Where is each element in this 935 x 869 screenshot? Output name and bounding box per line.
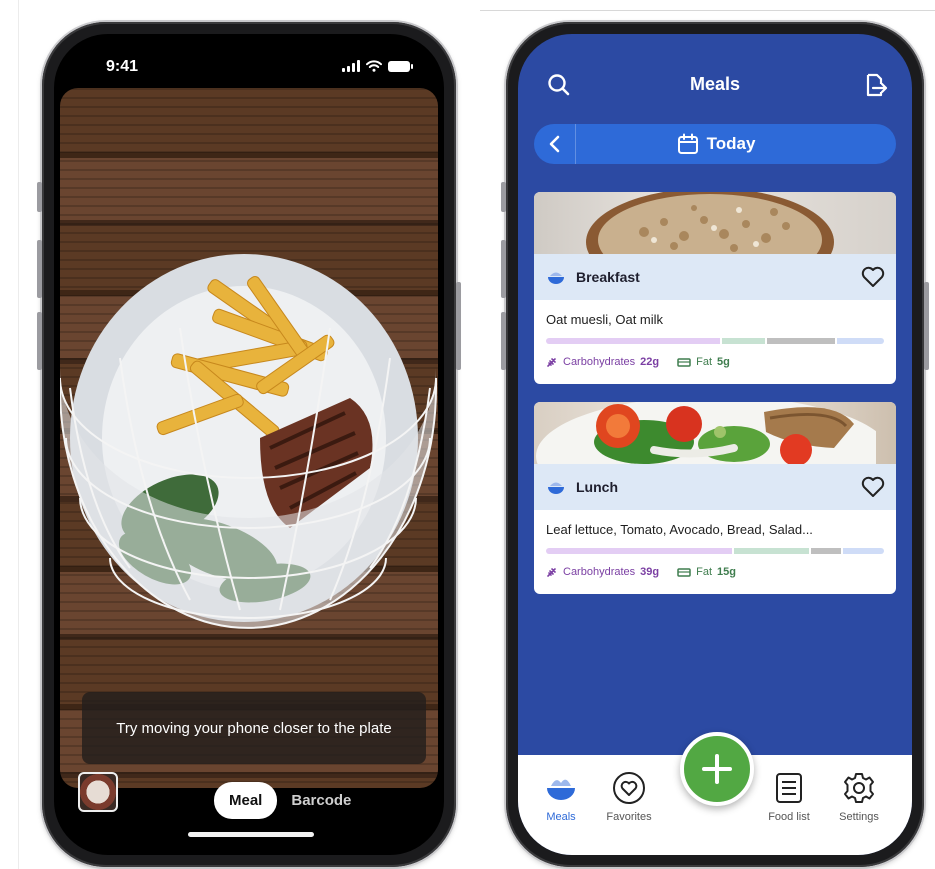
side-button <box>924 282 929 370</box>
app-header: Meals <box>518 68 912 100</box>
carbs-label: Carbohydrates <box>563 566 636 578</box>
carbs-info: Carbohydrates 22g <box>546 356 659 368</box>
macro-segment-protein <box>721 338 766 344</box>
carbs-info: Carbohydrates 39g <box>546 566 659 578</box>
signal-icon <box>342 60 360 72</box>
frame-border-left <box>18 0 19 869</box>
side-button <box>37 182 42 212</box>
side-button <box>501 240 506 298</box>
carbs-value: 39g <box>640 566 660 578</box>
fat-info: Fat 15g <box>677 566 736 578</box>
bowl-icon <box>547 779 575 800</box>
heart-icon[interactable] <box>860 264 886 290</box>
date-selector: Today <box>534 124 896 164</box>
status-time: 9:41 <box>106 58 139 75</box>
macro-summary: Carbohydrates 22g Fat 5g <box>546 356 884 368</box>
mode-barcode-button[interactable]: Barcode <box>291 792 351 809</box>
camera-viewfinder[interactable]: Try moving your phone closer to the plat… <box>60 88 438 788</box>
tab-favorites[interactable]: Favorites <box>594 771 664 823</box>
tab-label: Favorites <box>606 811 652 823</box>
macro-segment-fat <box>810 548 842 554</box>
date-label: Today <box>706 134 756 153</box>
frame-border-top <box>480 10 935 11</box>
fat-value: 15g <box>717 566 736 578</box>
macro-segment-other <box>837 338 884 344</box>
meal-header-breakfast: Breakfast <box>534 254 896 300</box>
bowl-icon <box>548 482 564 494</box>
fat-icon <box>677 568 691 577</box>
carbs-value: 22g <box>640 356 660 368</box>
fat-value: 5g <box>717 356 730 368</box>
phone-camera-scan: 9:41 Try moving your phone closer to the… <box>37 22 461 867</box>
status-icons <box>342 60 413 72</box>
meal-card-breakfast[interactable]: Breakfast Oat muesli, Oat milk Carbohydr… <box>534 192 896 384</box>
hint-message: Try moving your phone closer to the plat… <box>82 692 426 764</box>
scan-mode-switch: Meal Barcode <box>214 782 351 819</box>
add-meal-button[interactable] <box>680 732 754 806</box>
heart-icon <box>613 772 645 804</box>
salad-image <box>536 402 876 464</box>
plus-icon <box>702 754 732 784</box>
tab-meals[interactable]: Meals <box>526 771 596 823</box>
meal-card-lunch[interactable]: Lunch Leaf lettuce, Tomato, Avocado, Bre… <box>534 402 896 594</box>
bowl-icon <box>548 272 564 284</box>
export-icon[interactable] <box>862 72 888 98</box>
macro-bar <box>546 338 884 344</box>
meal-foods: Oat muesli, Oat milk <box>546 312 664 327</box>
side-button <box>501 312 506 370</box>
date-label-button[interactable]: Today <box>576 133 896 155</box>
macro-summary: Carbohydrates 39g Fat 15g <box>546 566 884 578</box>
chevron-left-icon <box>549 135 559 153</box>
meal-name: Lunch <box>576 479 618 495</box>
carbs-icon <box>547 568 556 577</box>
side-button <box>501 182 506 212</box>
meal-photo-lunch <box>534 402 896 464</box>
fat-label: Fat <box>696 356 713 368</box>
fat-label: Fat <box>696 566 713 578</box>
page-title: Meals <box>689 74 741 94</box>
meal-header-lunch: Lunch <box>534 464 896 510</box>
meal-photo-breakfast <box>534 192 896 254</box>
phone-meals-app: Meals Today Breakfast Oat muesli, Oat mi… <box>501 22 929 867</box>
tab-label: Food list <box>768 811 810 823</box>
macro-segment-carbs <box>546 548 733 554</box>
side-button <box>456 282 461 370</box>
wifi-icon <box>366 60 382 72</box>
side-button <box>37 312 42 370</box>
list-icon <box>776 773 802 803</box>
tab-settings[interactable]: Settings <box>824 771 894 823</box>
meal-name: Breakfast <box>576 269 640 285</box>
battery-icon <box>388 60 413 72</box>
oat-bowl-image <box>586 192 834 254</box>
side-button <box>37 240 42 298</box>
tab-label: Settings <box>839 811 879 823</box>
meal-foods: Leaf lettuce, Tomato, Avocado, Bread, Sa… <box>546 522 813 537</box>
meals-screen: Meals Today Breakfast Oat muesli, Oat mi… <box>518 34 912 855</box>
status-bar: 9:41 <box>54 56 444 82</box>
plate-scan-graphic <box>60 254 437 629</box>
macro-segment-fat <box>767 338 836 344</box>
macro-segment-other <box>843 548 884 554</box>
fat-info: Fat 5g <box>677 356 730 368</box>
gear-icon <box>844 773 874 803</box>
heart-icon[interactable] <box>860 474 886 500</box>
meal-body-breakfast: Oat muesli, Oat milk Carbohydrates 22g F… <box>534 300 896 378</box>
camera-screen: 9:41 Try moving your phone closer to the… <box>54 34 444 855</box>
tab-label: Meals <box>546 811 576 823</box>
tab-food-list[interactable]: Food list <box>754 771 824 823</box>
fat-icon <box>677 358 691 367</box>
macro-segment-carbs <box>546 338 720 344</box>
calendar-icon <box>677 133 698 154</box>
macro-bar <box>546 548 884 554</box>
meal-body-lunch: Leaf lettuce, Tomato, Avocado, Bread, Sa… <box>534 510 896 588</box>
meal-thumbnail[interactable] <box>78 772 118 812</box>
carbs-icon <box>547 358 556 367</box>
date-back-button[interactable] <box>534 124 576 164</box>
home-indicator[interactable] <box>188 832 314 837</box>
mode-meal-button[interactable]: Meal <box>214 782 278 819</box>
macro-segment-protein <box>734 548 809 554</box>
carbs-label: Carbohydrates <box>563 356 636 368</box>
